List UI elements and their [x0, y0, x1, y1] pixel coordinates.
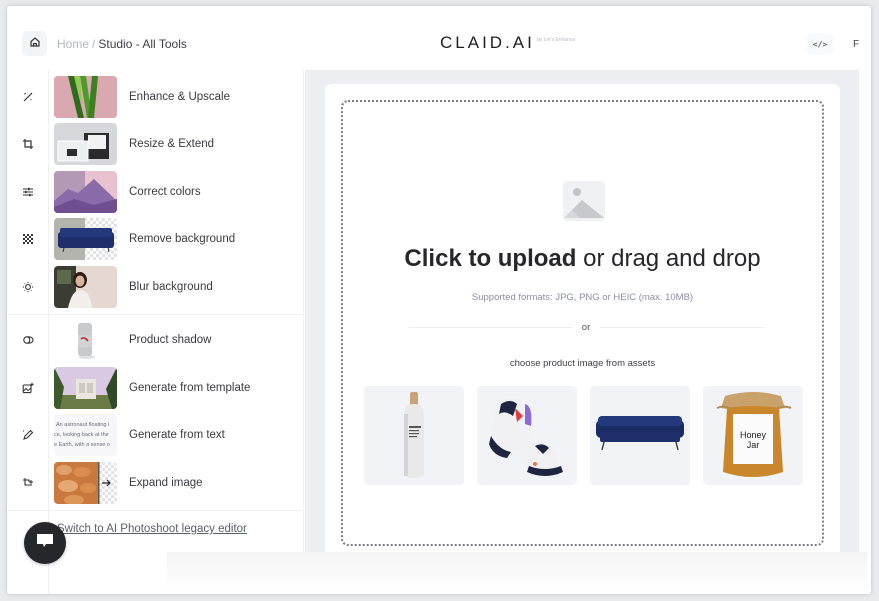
asset-sofa[interactable] [590, 386, 690, 485]
top-header: Home / Studio - All Tools CLAID.AI by Le… [7, 6, 871, 70]
embed-code-button[interactable]: </> [807, 33, 833, 55]
or-text: or [581, 322, 591, 333]
image-placeholder-icon [562, 180, 606, 222]
divider-line [409, 327, 572, 328]
tool-blur-background[interactable]: Blur background [7, 264, 304, 310]
asset-honey-jar[interactable]: Honey Jar [703, 386, 803, 485]
section-divider [7, 314, 304, 315]
supported-formats-text: Supported formats: JPG, PNG or HEIC (max… [471, 292, 694, 303]
tool-generate-from-template[interactable]: Generate from template [7, 365, 304, 411]
expand-image-thumbnail [54, 462, 117, 504]
honey-jar-label-line: Jar [746, 440, 760, 450]
remove-background-thumbnail [54, 218, 117, 260]
crop-icon [19, 135, 37, 153]
product-shadow-thumbnail [54, 319, 117, 361]
workspace: Click to upload or drag and drop Support… [305, 70, 859, 578]
correct-colors-thumbnail [54, 171, 117, 213]
breadcrumb-current: Studio - All Tools [98, 37, 187, 51]
generate-text-thumbnail: An astronaut floating i ce, looking back… [54, 414, 117, 456]
magic-wand-icon [19, 88, 37, 106]
generate-template-thumbnail [54, 367, 117, 409]
prompt-line: e Earth, with a sense o [54, 442, 110, 448]
prompt-line: ce, looking back at the [54, 432, 109, 438]
click-to-upload-text[interactable]: Click to upload [404, 245, 576, 272]
upload-headline: Click to upload or drag and drop [343, 245, 822, 273]
tool-correct-colors[interactable]: Correct colors [7, 169, 304, 215]
tool-label: Remove background [129, 233, 236, 245]
tool-label: Resize & Extend [129, 138, 215, 150]
home-button[interactable] [22, 31, 47, 56]
pen-sparkle-icon [19, 426, 37, 444]
breadcrumb-separator: / [92, 37, 96, 51]
tool-generate-from-text[interactable]: An astronaut floating i ce, looking back… [7, 412, 304, 458]
tool-product-shadow[interactable]: Product shadow [7, 317, 304, 363]
sun-blur-icon [19, 278, 37, 296]
tool-label: Expand image [129, 477, 203, 489]
blur-background-thumbnail [54, 266, 117, 308]
section-divider [7, 510, 304, 511]
image-plus-icon [19, 379, 37, 397]
asset-bottle[interactable] [364, 386, 464, 485]
honey-jar-label-line: Honey [739, 430, 766, 440]
bottom-shadow [167, 552, 867, 594]
tool-resize-extend[interactable]: Resize & Extend [7, 121, 304, 167]
tool-remove-background[interactable]: Remove background [7, 216, 304, 262]
or-divider: or [409, 322, 764, 333]
upload-card: Click to upload or drag and drop Support… [325, 84, 840, 562]
assets-label: choose product image from assets [509, 358, 656, 369]
crop-expand-icon [19, 474, 37, 492]
tool-label: Generate from text [129, 429, 225, 441]
tool-enhance-upscale[interactable]: Enhance & Upscale [7, 74, 304, 120]
tools-sidebar: Enhance & Upscale Resize & Extend Correc… [7, 70, 304, 594]
divider-line [600, 327, 764, 328]
drag-drop-text: or drag and drop [576, 245, 761, 272]
asset-sneakers[interactable] [477, 386, 577, 485]
app-window: Home / Studio - All Tools CLAID.AI by Le… [7, 6, 871, 594]
chat-bubble-icon [36, 533, 54, 554]
home-icon [29, 35, 41, 53]
breadcrumb: Home / Studio - All Tools [57, 37, 187, 51]
asset-list: Honey Jar [364, 386, 803, 485]
prompt-line: An astronaut floating i [56, 422, 110, 428]
breadcrumb-home[interactable]: Home [57, 37, 89, 51]
tool-label: Correct colors [129, 186, 201, 198]
tool-label: Product shadow [129, 334, 212, 346]
chat-button[interactable] [24, 522, 66, 564]
logo-tagline: by Let's Enhance [537, 37, 576, 43]
logo[interactable]: CLAID.AI [440, 33, 535, 53]
tool-label: Blur background [129, 281, 213, 293]
tool-expand-image[interactable]: Expand image [7, 460, 304, 506]
partially-visible-button[interactable]: F [853, 33, 871, 55]
resize-thumbnail [54, 123, 117, 165]
legacy-editor-link[interactable]: Switch to AI Photoshoot legacy editor [57, 523, 247, 535]
honey-jar-label: Honey Jar [733, 430, 773, 450]
tool-label: Enhance & Upscale [129, 91, 231, 103]
shadow-icon [19, 331, 37, 349]
checkerboard-icon [19, 230, 37, 248]
enhance-thumbnail [54, 76, 117, 118]
tool-label: Generate from template [129, 382, 251, 394]
sliders-icon [19, 183, 37, 201]
upload-dropzone[interactable]: Click to upload or drag and drop Support… [341, 100, 824, 546]
